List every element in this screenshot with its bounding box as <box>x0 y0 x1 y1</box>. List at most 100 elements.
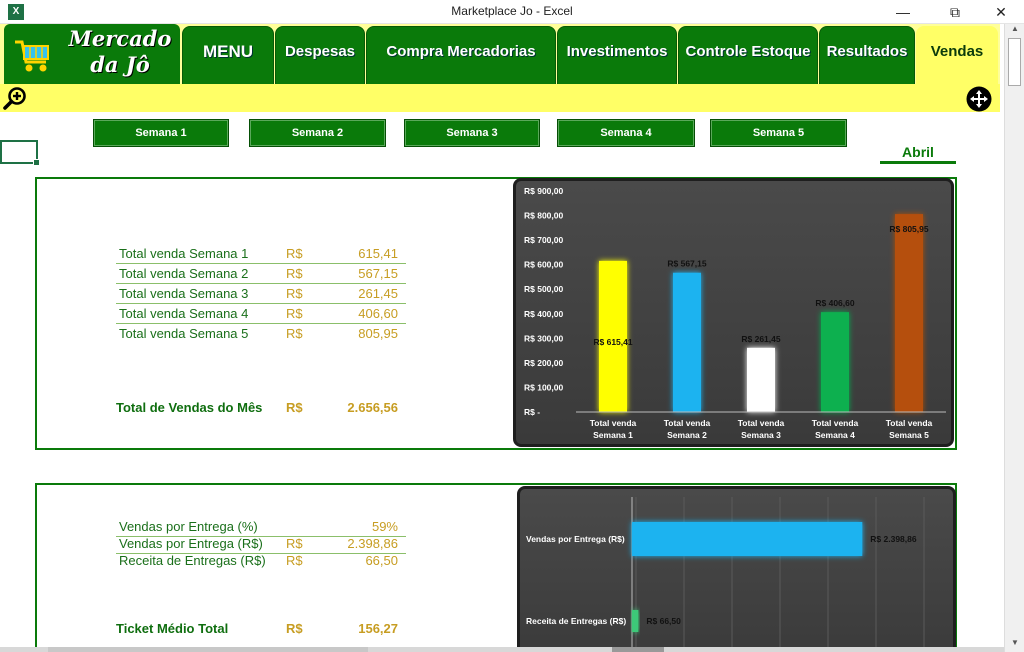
total-value: 2.656,56 <box>347 400 398 415</box>
row-currency: R$ <box>286 246 303 261</box>
bar[interactable] <box>747 347 775 412</box>
bar[interactable] <box>821 312 849 412</box>
y-tick-label: R$ 600,00 <box>524 260 563 270</box>
scroll-thumb[interactable] <box>1008 38 1021 86</box>
tab-compra-mercadorias[interactable]: Compra Mercadorias <box>366 26 556 84</box>
nav-underline-band <box>0 84 1000 112</box>
brand-logo: Mercado da Jô <box>4 24 180 84</box>
delivery-chart[interactable]: Vendas por Entrega (R$) R$ 2.398,86 Receit… <box>517 486 956 652</box>
delivery-row: Receita de Entregas (R$) R$ 66,50 <box>116 551 406 571</box>
row-value: 615,41 <box>358 246 398 261</box>
row-currency: R$ <box>286 553 303 568</box>
row-currency: R$ <box>286 326 303 341</box>
x-tick-label: Semana 4 <box>815 430 855 440</box>
selected-cell[interactable] <box>0 140 40 166</box>
close-button[interactable]: ✕ <box>978 0 1024 24</box>
total-label: Total de Vendas do Mês <box>116 400 263 415</box>
y-tick-label: Receita de Entregas (R$) <box>526 616 626 626</box>
row-value: 406,60 <box>358 306 398 321</box>
sales-row: Total venda Semana 4 R$ 406,60 <box>116 304 406 324</box>
week-1-button[interactable]: Semana 1 <box>93 119 229 147</box>
data-label: R$ 567,15 <box>667 259 706 269</box>
tab-resultados[interactable]: Resultados <box>819 26 915 84</box>
brand-name: Mercado da Jô <box>62 26 178 78</box>
total-currency: R$ <box>286 400 303 415</box>
scroll-down-icon[interactable]: ▼ <box>1005 638 1024 652</box>
tab-vendas[interactable]: Vendas <box>916 26 998 84</box>
brand-line2: da Jô <box>90 52 150 77</box>
y-tick-label: Vendas por Entrega (R$) <box>526 534 625 544</box>
bar[interactable] <box>632 610 639 632</box>
total-currency: R$ <box>286 621 303 636</box>
minimize-button[interactable]: — <box>880 0 926 24</box>
x-tick-label: Total venda <box>738 418 785 428</box>
total-label: Ticket Médio Total <box>116 621 229 636</box>
data-label: R$ 615,41 <box>593 337 632 347</box>
x-tick-label: Total venda <box>812 418 859 428</box>
restore-button[interactable]: ⧉ <box>932 0 978 24</box>
sheet-tab-strip[interactable] <box>48 647 368 652</box>
vertical-scrollbar[interactable]: ▲ ▼ <box>1004 24 1024 652</box>
row-value: 805,95 <box>358 326 398 341</box>
y-tick-label: R$ 900,00 <box>524 186 563 196</box>
row-label: Receita de Entregas (R$) <box>119 553 266 568</box>
horizontal-scroll-thumb[interactable] <box>612 647 664 652</box>
row-value: 59% <box>371 519 398 534</box>
bar[interactable] <box>673 272 701 412</box>
x-tick-label: Semana 3 <box>741 430 781 440</box>
row-label: Total venda Semana 2 <box>119 266 249 281</box>
sales-row: Total venda Semana 1 R$ 615,41 <box>116 244 406 264</box>
sales-row: Total venda Semana 3 R$ 261,45 <box>116 284 406 304</box>
horizontal-scrollbar[interactable] <box>0 647 1004 652</box>
row-label: Vendas por Entrega (%) <box>119 519 258 534</box>
week-3-button[interactable]: Semana 3 <box>404 119 540 147</box>
x-tick-label: Total venda <box>590 418 637 428</box>
total-value: 156,27 <box>358 621 398 636</box>
y-tick-label: R$ 200,00 <box>524 358 563 368</box>
y-tick-label: R$ 300,00 <box>524 333 563 343</box>
x-tick-label: Semana 2 <box>667 430 707 440</box>
data-label: R$ 261,45 <box>741 334 780 344</box>
x-tick-label: Total venda <box>664 418 711 428</box>
week-2-button[interactable]: Semana 2 <box>249 119 386 147</box>
y-tick-label: R$ 500,00 <box>524 284 563 294</box>
month-label: Abril <box>880 144 956 164</box>
row-label: Total venda Semana 1 <box>119 246 249 261</box>
tab-menu[interactable]: MENU <box>182 26 274 84</box>
shopping-cart-icon <box>12 34 54 76</box>
sales-total-row: Total de Vendas do Mês R$ 2.656,56 <box>116 400 406 418</box>
data-label: R$ 805,95 <box>889 224 928 234</box>
week-4-button[interactable]: Semana 4 <box>557 119 695 147</box>
data-label: R$ 66,50 <box>646 616 681 626</box>
bar[interactable] <box>632 522 863 556</box>
row-currency: R$ <box>286 536 303 551</box>
x-tick-label: Semana 1 <box>593 430 633 440</box>
tab-investimentos[interactable]: Investimentos <box>557 26 677 84</box>
delivery-total-row: Ticket Médio Total R$ 156,27 <box>116 621 406 639</box>
sales-row: Total venda Semana 2 R$ 567,15 <box>116 264 406 284</box>
row-value: 567,15 <box>358 266 398 281</box>
excel-window: X Marketplace Jo - Excel — ⧉ ✕ Mercado d… <box>0 0 1024 652</box>
zoom-in-icon[interactable] <box>3 86 27 110</box>
y-tick-label: R$ 100,00 <box>524 382 563 392</box>
row-label: Total venda Semana 5 <box>119 326 249 341</box>
week-5-button[interactable]: Semana 5 <box>710 119 847 147</box>
move-arrows-icon[interactable] <box>966 86 992 112</box>
weekly-sales-chart-svg: R$ - R$ 100,00 R$ 200,00 R$ 300,00 R$ 400,00… <box>524 186 946 440</box>
tab-despesas[interactable]: Despesas <box>275 26 365 84</box>
y-tick-label: R$ 400,00 <box>524 309 563 319</box>
weekly-sales-chart[interactable]: R$ - R$ 100,00 R$ 200,00 R$ 300,00 R$ 400,00… <box>513 178 954 447</box>
scroll-up-icon[interactable]: ▲ <box>1005 24 1024 38</box>
tab-controle-estoque[interactable]: Controle Estoque <box>678 26 818 84</box>
delivery-chart-svg: Vendas por Entrega (R$) R$ 2.398,86 Receit… <box>526 497 925 652</box>
row-currency: R$ <box>286 306 303 321</box>
y-tick-label: R$ 700,00 <box>524 235 563 245</box>
row-label: Total venda Semana 3 <box>119 286 249 301</box>
data-label: R$ 406,60 <box>815 298 854 308</box>
y-tick-label: R$ - <box>524 407 540 417</box>
x-tick-label: Semana 5 <box>889 430 929 440</box>
data-label: R$ 2.398,86 <box>870 534 917 544</box>
row-value: 2.398,86 <box>347 536 398 551</box>
bar[interactable] <box>895 214 923 412</box>
row-value: 261,45 <box>358 286 398 301</box>
